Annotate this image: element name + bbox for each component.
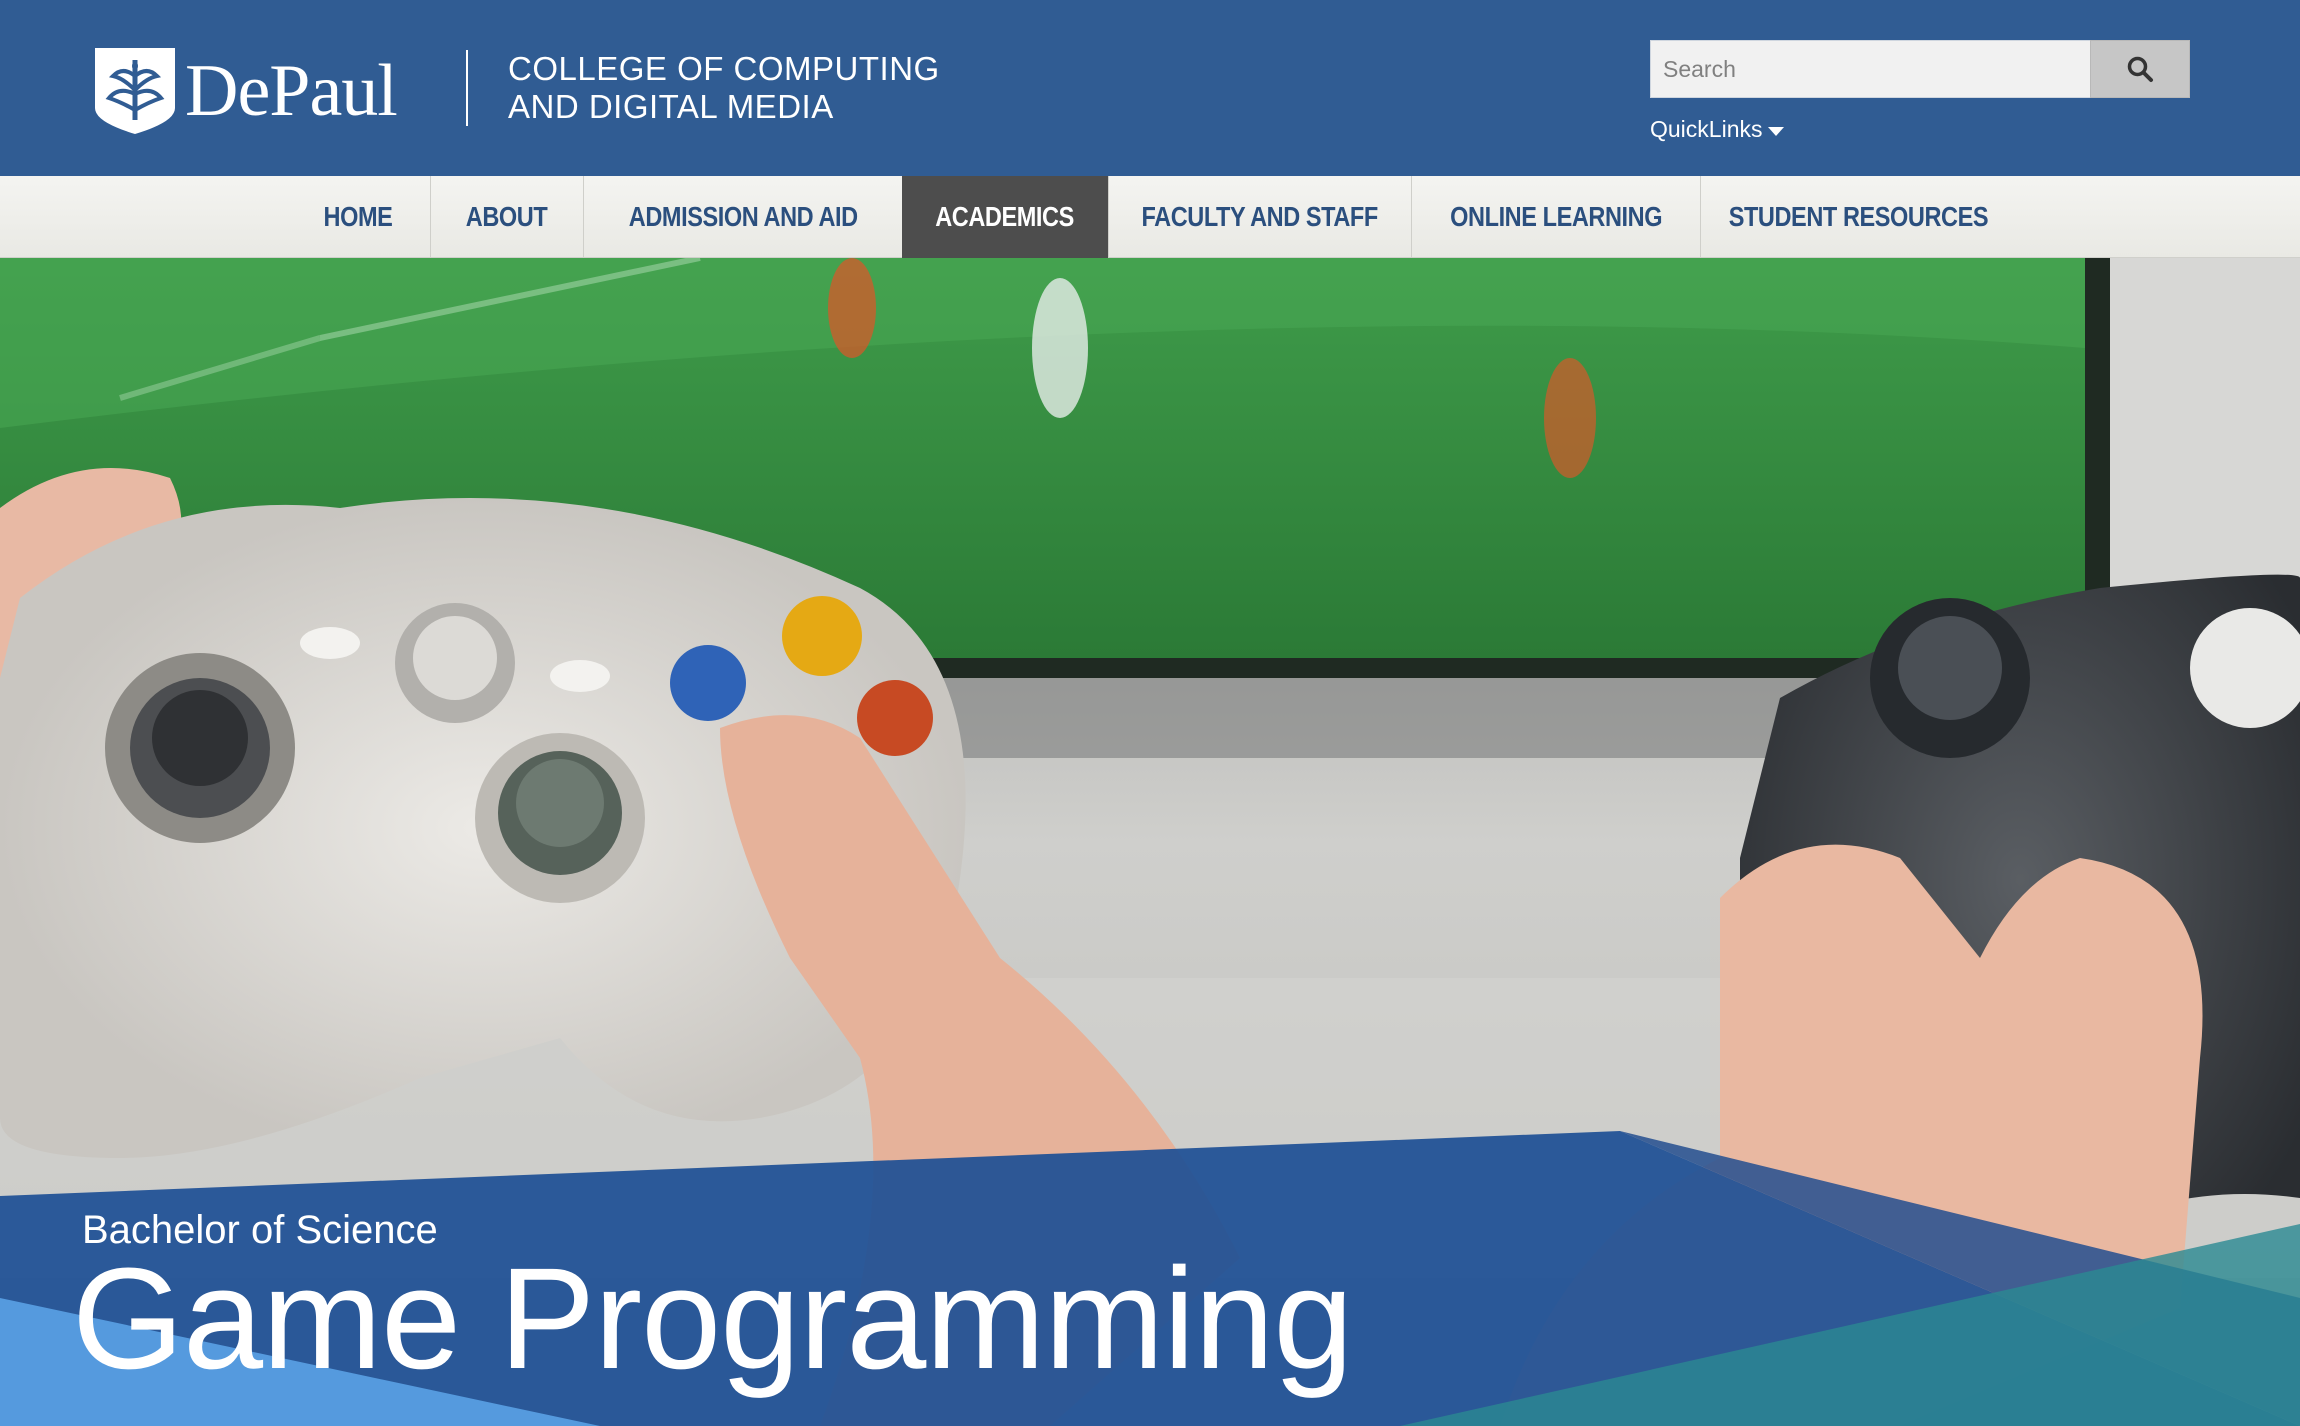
shield-logo-icon xyxy=(95,48,175,134)
search-button[interactable] xyxy=(2090,40,2190,98)
main-nav: HOME ABOUT ADMISSION AND AID ACADEMICS F… xyxy=(0,176,2300,258)
nav-item-academics[interactable]: ACADEMICS xyxy=(902,176,1108,258)
nav-item-about[interactable]: ABOUT xyxy=(430,176,583,258)
caret-down-icon xyxy=(1768,126,1785,136)
search-icon xyxy=(2127,56,2153,82)
nav-item-home[interactable]: HOME xyxy=(286,176,430,258)
nav-item-online-learning[interactable]: ONLINE LEARNING xyxy=(1411,176,1700,258)
logo-divider xyxy=(466,50,468,126)
nav-item-student-resources[interactable]: STUDENT RESOURCES xyxy=(1700,176,2016,258)
nav-item-faculty-and-staff[interactable]: FACULTY AND STAFF xyxy=(1108,176,1411,258)
nav-item-admission-and-aid[interactable]: ADMISSION AND AID xyxy=(583,176,902,258)
site-header: DePaul COLLEGE OF COMPUTING AND DIGITAL … xyxy=(0,0,2300,176)
college-name-line2: AND DIGITAL MEDIA xyxy=(508,88,834,125)
depaul-logo[interactable]: DePaul xyxy=(93,46,398,136)
logo-wordmark: DePaul xyxy=(185,50,398,132)
quicklinks-label: QuickLinks xyxy=(1650,116,1763,142)
college-name[interactable]: COLLEGE OF COMPUTING AND DIGITAL MEDIA xyxy=(508,50,940,126)
college-name-line1: COLLEGE OF COMPUTING xyxy=(508,50,940,87)
quicklinks-dropdown[interactable]: QuickLinks xyxy=(1650,116,1785,143)
search-input[interactable] xyxy=(1650,40,2090,98)
program-title: Game Programming xyxy=(72,1238,1353,1399)
